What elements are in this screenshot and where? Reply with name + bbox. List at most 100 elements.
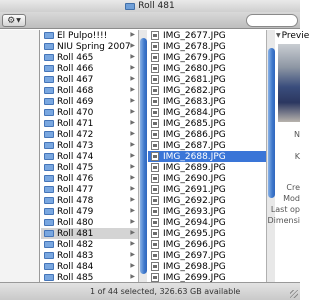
image-file-icon xyxy=(151,163,159,172)
image-file-icon xyxy=(151,86,159,95)
meta-dimensions: Dimensi xyxy=(267,216,300,225)
file-row[interactable]: IMG_2698.JPG xyxy=(148,261,266,272)
status-text: 1 of 44 selected, 326.63 GB available xyxy=(90,287,241,296)
folder-row[interactable]: Roll 476 ▶ xyxy=(41,173,138,184)
folder-row[interactable]: Roll 469 ▶ xyxy=(41,96,138,107)
file-column: IMG_2677.JPG IMG_2678.JPG IMG_2679.JPG IMG_… xyxy=(148,30,266,282)
image-file-icon xyxy=(151,119,159,128)
file-column-scrollbar[interactable] xyxy=(266,30,275,282)
folder-name: Roll 476 xyxy=(57,173,94,184)
folder-row[interactable]: Roll 480 ▶ xyxy=(41,217,138,228)
folder-row[interactable]: Roll 467 ▶ xyxy=(41,74,138,85)
chevron-right-icon: ▶ xyxy=(130,185,135,192)
folder-row[interactable]: Roll 474 ▶ xyxy=(41,151,138,162)
chevron-right-icon: ▶ xyxy=(130,251,135,258)
folder-row[interactable]: Roll 477 ▶ xyxy=(41,184,138,195)
file-name: IMG_2694.JPG xyxy=(163,217,226,228)
folder-icon xyxy=(44,142,54,149)
file-row[interactable]: IMG_2679.JPG xyxy=(148,52,266,63)
folder-row[interactable]: Roll 470 ▶ xyxy=(41,107,138,118)
file-row[interactable]: IMG_2695.JPG xyxy=(148,228,266,239)
folder-name: Roll 480 xyxy=(57,217,94,228)
folder-row[interactable]: Roll 472 ▶ xyxy=(41,129,138,140)
resize-grip-icon[interactable] xyxy=(290,290,298,298)
disclosure-triangle-icon: ▼ xyxy=(276,32,281,39)
folder-name: Roll 483 xyxy=(57,250,94,261)
file-row[interactable]: IMG_2680.JPG xyxy=(148,63,266,74)
folder-row[interactable]: Roll 483 ▶ xyxy=(41,250,138,261)
folder-name: Roll 469 xyxy=(57,96,94,107)
chevron-right-icon: ▶ xyxy=(130,53,135,60)
image-file-icon xyxy=(151,141,159,150)
image-file-icon xyxy=(151,273,159,282)
preview-header[interactable]: ▼ Previe xyxy=(276,30,309,41)
file-row[interactable]: IMG_2688.JPG xyxy=(148,151,266,162)
chevron-right-icon: ▶ xyxy=(130,174,135,181)
file-name: IMG_2680.JPG xyxy=(163,63,226,74)
chevron-down-icon: ▼ xyxy=(16,17,21,24)
chevron-right-icon: ▶ xyxy=(130,262,135,269)
folder-name: Roll 466 xyxy=(57,63,94,74)
folder-name: Roll 472 xyxy=(57,129,94,140)
folder-icon xyxy=(44,208,54,215)
meta-name: N xyxy=(294,130,300,139)
file-row[interactable]: IMG_2693.JPG xyxy=(148,206,266,217)
folder-row[interactable]: Roll 479 ▶ xyxy=(41,206,138,217)
folder-row[interactable]: Roll 468 ▶ xyxy=(41,85,138,96)
folder-name: Roll 474 xyxy=(57,151,94,162)
file-row[interactable]: IMG_2684.JPG xyxy=(148,107,266,118)
action-menu-button[interactable]: ⚙ ▼ xyxy=(2,14,26,27)
file-row[interactable]: IMG_2694.JPG xyxy=(148,217,266,228)
folder-name: El Pulpo!!!! xyxy=(57,30,108,41)
chevron-right-icon: ▶ xyxy=(130,141,135,148)
folder-name: Roll 465 xyxy=(57,52,94,63)
folder-name: Roll 478 xyxy=(57,195,94,206)
folder-row[interactable]: Roll 478 ▶ xyxy=(41,195,138,206)
folder-name: Roll 484 xyxy=(57,261,94,272)
file-row[interactable]: IMG_2677.JPG xyxy=(148,30,266,41)
file-row[interactable]: IMG_2682.JPG xyxy=(148,85,266,96)
image-file-icon xyxy=(151,218,159,227)
file-row[interactable]: IMG_2681.JPG xyxy=(148,74,266,85)
folder-row[interactable]: Roll 465 ▶ xyxy=(41,52,138,63)
file-name: IMG_2691.JPG xyxy=(163,184,226,195)
file-row[interactable]: IMG_2699.JPG xyxy=(148,272,266,282)
file-name: IMG_2690.JPG xyxy=(163,173,226,184)
file-row[interactable]: IMG_2685.JPG xyxy=(148,118,266,129)
file-row[interactable]: IMG_2686.JPG xyxy=(148,129,266,140)
file-row[interactable]: IMG_2690.JPG xyxy=(148,173,266,184)
folder-column-scrollbar[interactable] xyxy=(138,30,147,282)
file-row[interactable]: IMG_2689.JPG xyxy=(148,162,266,173)
folder-row[interactable]: Roll 485 ▶ xyxy=(41,272,138,282)
file-row[interactable]: IMG_2692.JPG xyxy=(148,195,266,206)
chevron-right-icon: ▶ xyxy=(130,207,135,214)
folder-icon xyxy=(44,131,54,138)
file-row[interactable]: IMG_2696.JPG xyxy=(148,239,266,250)
file-row[interactable]: IMG_2678.JPG xyxy=(148,41,266,52)
image-file-icon xyxy=(151,229,159,238)
folder-row[interactable]: Roll 473 ▶ xyxy=(41,140,138,151)
folder-row[interactable]: El Pulpo!!!! ▶ xyxy=(41,30,138,41)
file-name: IMG_2682.JPG xyxy=(163,85,226,96)
file-row[interactable]: IMG_2691.JPG xyxy=(148,184,266,195)
image-file-icon xyxy=(151,31,159,40)
folder-icon xyxy=(44,120,54,127)
folder-row[interactable]: Roll 484 ▶ xyxy=(41,261,138,272)
search-input[interactable] xyxy=(246,14,298,27)
folder-row[interactable]: Roll 482 ▶ xyxy=(41,239,138,250)
folder-row[interactable]: Roll 481 ▶ xyxy=(41,228,138,239)
file-row[interactable]: IMG_2683.JPG xyxy=(148,96,266,107)
folder-name: NIU Spring 2007 xyxy=(57,41,131,52)
folder-row[interactable]: Roll 466 ▶ xyxy=(41,63,138,74)
folder-row[interactable]: NIU Spring 2007 ▶ xyxy=(41,41,138,52)
folder-row[interactable]: Roll 475 ▶ xyxy=(41,162,138,173)
scrollbar-thumb[interactable] xyxy=(268,48,275,198)
scrollbar-thumb[interactable] xyxy=(140,38,147,274)
toolbar: ⚙ ▼ xyxy=(0,12,300,29)
file-name: IMG_2692.JPG xyxy=(163,195,226,206)
file-row[interactable]: IMG_2687.JPG xyxy=(148,140,266,151)
file-row[interactable]: IMG_2697.JPG xyxy=(148,250,266,261)
image-file-icon xyxy=(151,64,159,73)
chevron-right-icon: ▶ xyxy=(130,273,135,280)
folder-row[interactable]: Roll 471 ▶ xyxy=(41,118,138,129)
